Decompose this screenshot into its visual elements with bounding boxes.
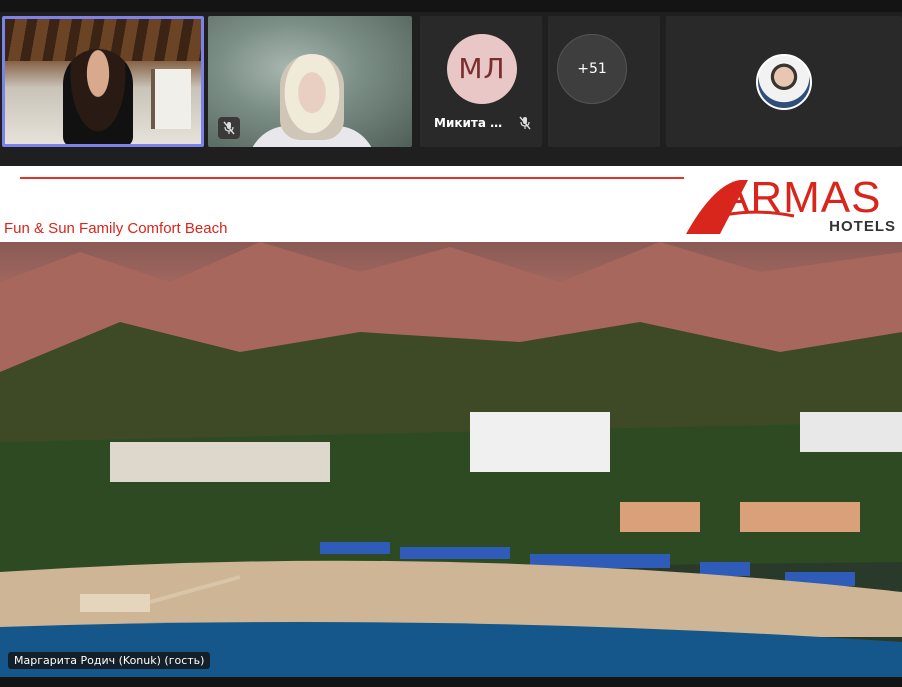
participant-strip: МЛ Микита Ан... +51 [0,12,902,162]
bottom-bar [0,677,902,687]
participant-tile-2[interactable] [208,16,412,147]
armas-hotels-logo: ARMAS HOTELS [684,176,898,238]
participant-name: Микита Ан... [434,116,510,130]
presenter-caption: Маргарита Родич (Konuk) (гость) [8,652,211,669]
slide-divider [20,177,684,179]
video-background-window [151,69,191,129]
mic-off-icon [218,117,240,139]
mic-off-icon [514,112,536,134]
overflow-count-button[interactable]: +51 [557,34,627,104]
avatar: МЛ [447,34,517,104]
participant-overflow-tile[interactable]: +51 [548,16,660,147]
meeting-stage: МЛ Микита Ан... +51 Fun & Sun Family Com… [0,0,902,687]
participant-tile-5[interactable] [666,16,902,147]
slide-title: Fun & Sun Family Comfort Beach [4,220,228,237]
hotel-aerial-photo: Маргарита Родич (Konuk) (гость) [0,242,902,677]
participant-tile-active-speaker[interactable] [2,16,204,147]
logo-wordmark: ARMAS [720,173,882,222]
participant-tile-3[interactable]: МЛ Микита Ан... [420,16,542,147]
participant-video-face [280,54,344,140]
participant-video [63,49,133,144]
photo-scene [0,242,902,677]
logo-subtext: HOTELS [829,218,896,235]
top-bar [0,0,902,12]
shared-slide: Fun & Sun Family Comfort Beach ARMAS HOT… [0,166,902,677]
avatar [756,54,812,110]
